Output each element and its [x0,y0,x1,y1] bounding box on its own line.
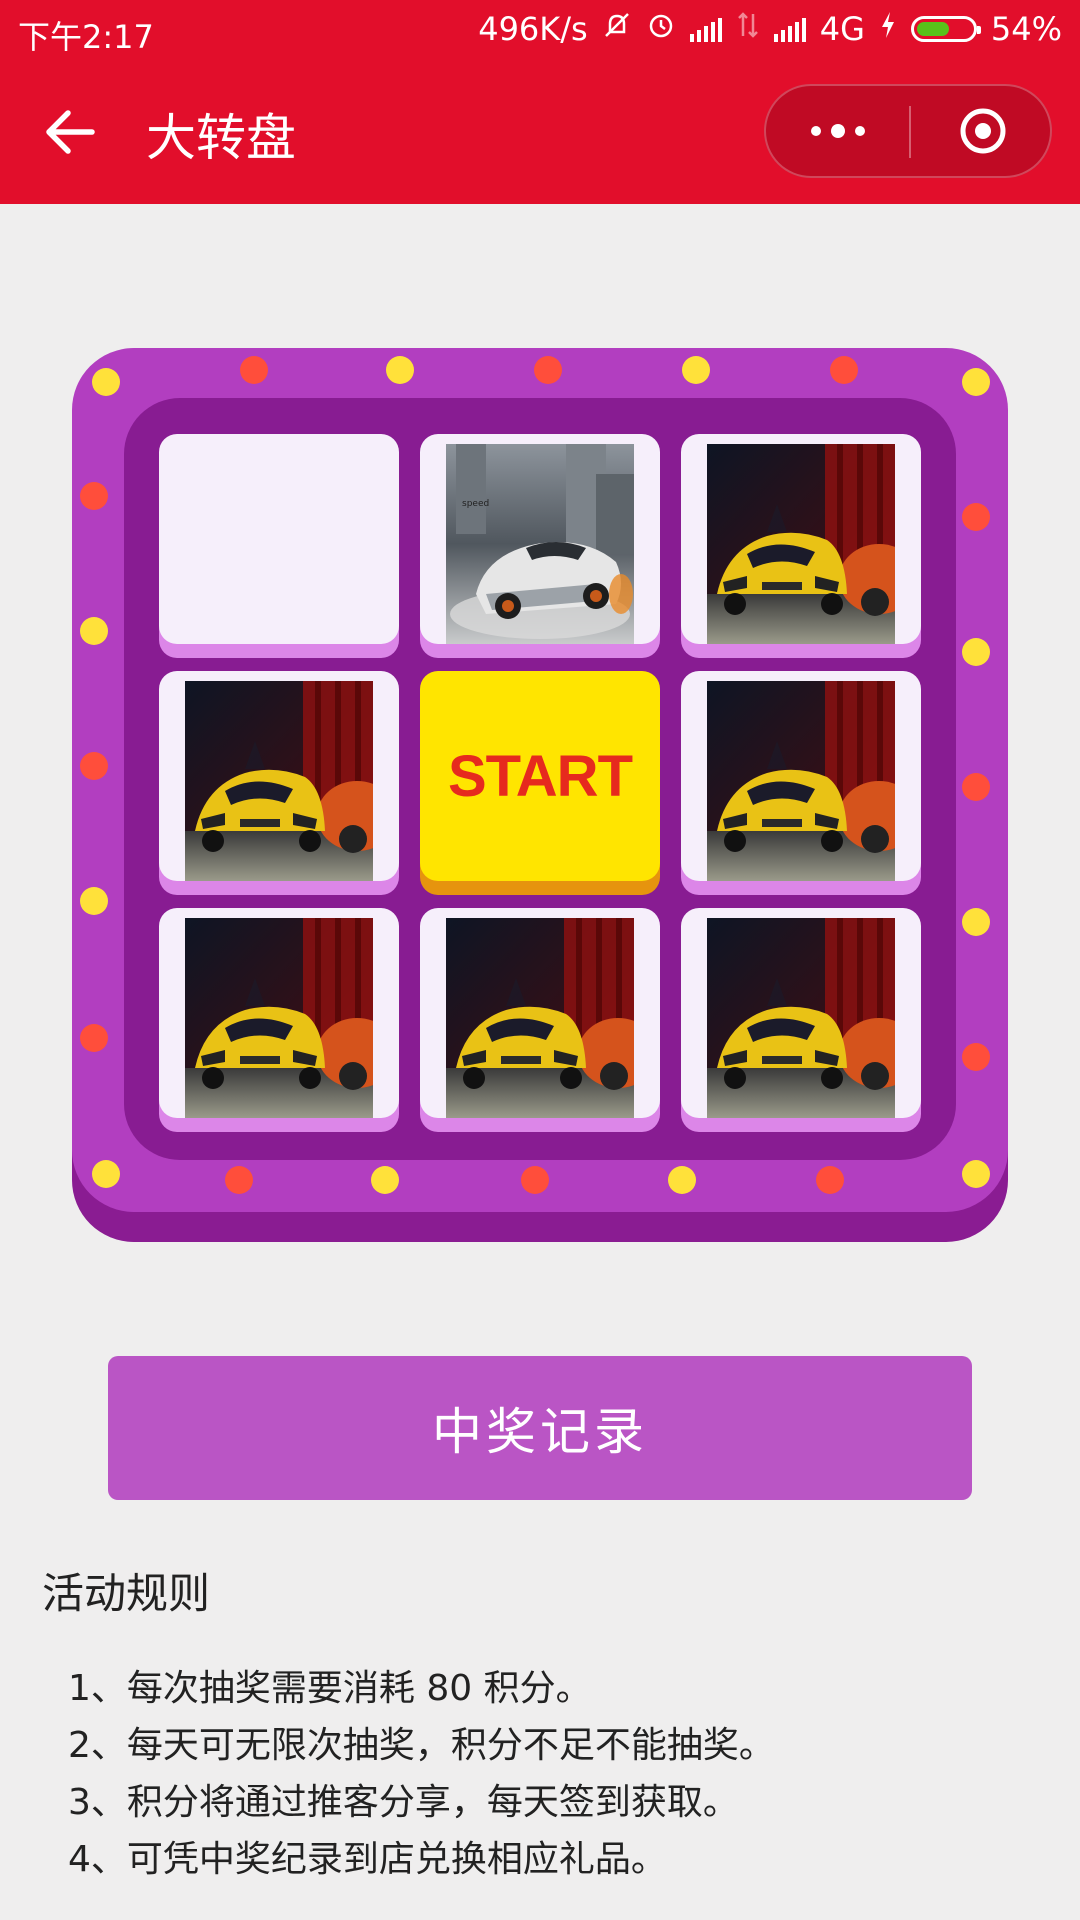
yellow-sports-car-image [707,918,895,1118]
status-indicators: 496K/s 4G 54% [478,10,1062,48]
light-dot [962,773,990,801]
yellow-sports-car-image [707,681,895,881]
close-target-icon[interactable] [958,106,1008,156]
light-dot [80,482,108,510]
network-speed: 496K/s [478,10,588,48]
prize-cell-6 [159,908,399,1132]
light-dot [682,356,710,384]
rule-item: 4、可凭中奖纪录到店兑换相应礼品。 [68,1839,667,1880]
light-dot [92,368,120,396]
silver-sports-car-image [446,444,634,644]
light-dot [962,638,990,666]
light-dot [962,908,990,936]
prize-cell-3 [681,434,921,658]
rule-item: 1、每次抽奖需要消耗 80 积分。 [68,1668,592,1709]
battery-level: 54% [990,10,1062,48]
yellow-sports-car-image [707,444,895,644]
light-dot [962,368,990,396]
prize-cell-5 [681,671,921,895]
capsule-divider [909,106,911,158]
light-dot [962,1160,990,1188]
back-arrow-icon[interactable] [40,102,100,162]
light-dot [962,1043,990,1071]
status-bar: 下午2:17 496K/s 4G 54% [0,0,1080,62]
rules-title: 活动规则 [42,1569,211,1618]
navigation-bar: 大转盘 [0,62,1080,204]
start-button[interactable]: START [420,671,660,895]
battery-icon [910,16,981,42]
light-dot [240,356,268,384]
light-dot [92,1160,120,1188]
light-dot [80,1024,108,1052]
prize-cell-7 [420,908,660,1132]
mini-program-capsule [764,84,1052,178]
prize-cell-1 [159,434,399,658]
light-dot [80,887,108,915]
yellow-sports-car-image [185,918,373,1118]
yellow-sports-car-image [446,918,634,1118]
rules-list: 1、每次抽奖需要消耗 80 积分。 2、每天可无限次抽奖，积分不足不能抽奖。 3… [68,1660,775,1888]
light-dot [962,503,990,531]
light-dot [80,752,108,780]
prize-cell-2 [420,434,660,658]
network-type: 4G [819,10,865,48]
alarm-icon [646,10,676,48]
data-transfer-icon [736,10,760,48]
winning-record-button[interactable]: 中奖记录 [108,1356,972,1500]
light-dot [534,356,562,384]
light-dot [521,1166,549,1194]
start-label: START [447,743,633,809]
prize-cell-4 [159,671,399,895]
prize-cell-8 [681,908,921,1132]
signal-icon-2 [773,16,806,42]
rule-item: 2、每天可无限次抽奖，积分不足不能抽奖。 [68,1725,775,1766]
signal-icon [689,16,722,42]
more-button[interactable] [766,86,909,176]
page-title: 大转盘 [146,109,296,167]
charging-icon [879,10,897,48]
status-time: 下午2:17 [18,18,154,56]
light-dot [371,1166,399,1194]
yellow-sports-car-image [185,681,373,881]
prize-empty-slot [159,434,399,644]
more-dots-icon [810,126,821,136]
light-dot [225,1166,253,1194]
light-dot [386,356,414,384]
mute-icon [602,10,632,48]
light-dot [668,1166,696,1194]
light-dot [816,1166,844,1194]
light-dot [80,617,108,645]
light-dot [830,356,858,384]
rule-item: 3、积分将通过推客分享，每天签到获取。 [68,1782,739,1823]
